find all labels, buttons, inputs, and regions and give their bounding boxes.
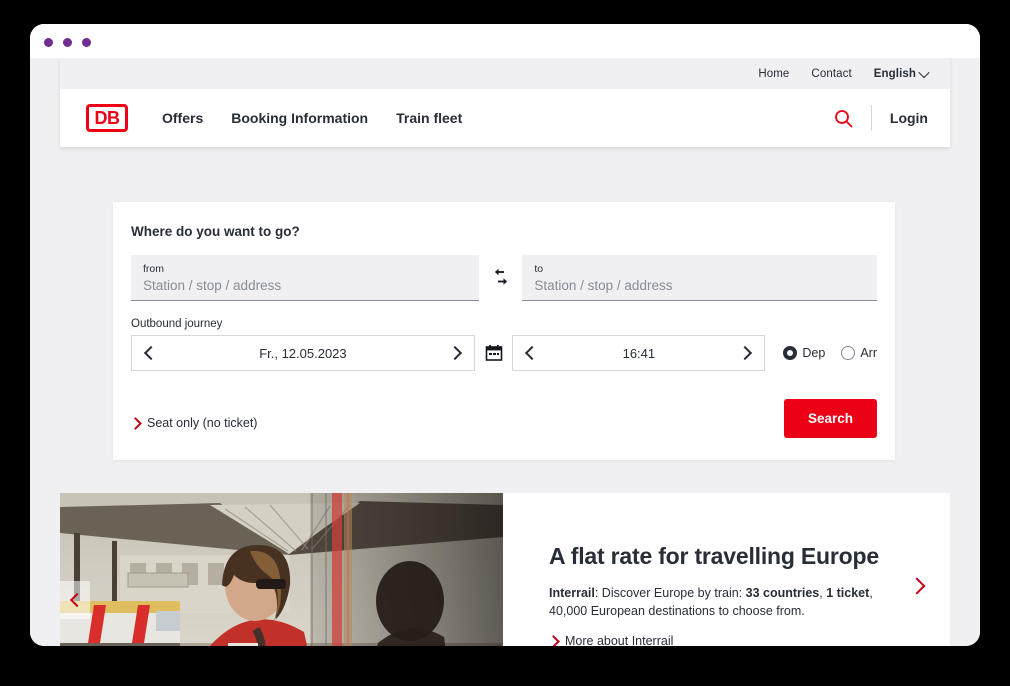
to-placeholder: Station / stop / address xyxy=(534,278,673,293)
seat-only-link[interactable]: Seat only (no ticket) xyxy=(129,416,258,438)
chevron-left-icon xyxy=(69,592,84,608)
radio-arr-label: Arr xyxy=(860,346,877,360)
nav-item-booking-information[interactable]: Booking Information xyxy=(231,110,368,126)
promo-body-part1: : Discover Europe by train: xyxy=(594,586,746,600)
promo-title: A flat rate for travelling Europe xyxy=(549,543,879,569)
search-icon[interactable] xyxy=(834,109,853,128)
origin-destination-row: from Station / stop / address to Station… xyxy=(131,255,877,301)
radio-dep[interactable]: Dep xyxy=(783,346,825,360)
promo-text: A flat rate for travelling Europe Interr… xyxy=(503,493,950,646)
promo-body-bold1: 33 countries xyxy=(745,586,820,600)
time-next-button[interactable] xyxy=(738,346,752,360)
more-about-interrail-label: More about Interrail xyxy=(565,634,674,646)
promo-body-bold2: 1 ticket xyxy=(826,586,870,600)
chevron-down-icon xyxy=(918,66,930,78)
from-field[interactable]: from Station / stop / address xyxy=(131,255,479,301)
promo-body: Interrail: Discover Europe by train: 33 … xyxy=(549,584,879,620)
time-value: 16:41 xyxy=(622,345,656,361)
radio-dep-label: Dep xyxy=(802,346,826,360)
radio-arr[interactable]: Arr xyxy=(841,346,877,360)
site-header: Home Contact English DB Offers Booking I… xyxy=(60,58,950,147)
chevron-right-icon xyxy=(547,634,560,646)
window-titlebar xyxy=(30,24,980,58)
screen-root: Home Contact English DB Offers Booking I… xyxy=(0,0,1010,686)
swap-stations-button[interactable] xyxy=(479,267,523,289)
radio-dep-indicator xyxy=(783,346,798,360)
window-dot-minimize[interactable] xyxy=(63,38,72,47)
search-button[interactable]: Search xyxy=(783,399,877,438)
nav-item-train-fleet[interactable]: Train fleet xyxy=(396,110,462,126)
from-label: from xyxy=(143,263,164,275)
promo-body-lead: Interrail xyxy=(549,586,595,600)
meta-link-contact[interactable]: Contact xyxy=(811,68,851,80)
carousel-next-icon[interactable] xyxy=(904,573,930,599)
date-stepper: Fr., 12.05.2023 xyxy=(131,335,475,371)
date-next-button[interactable] xyxy=(448,346,462,360)
header-divider xyxy=(870,105,872,131)
browser-window: Home Contact English DB Offers Booking I… xyxy=(30,24,980,646)
promo-carousel: A flat rate for travelling Europe Interr… xyxy=(60,493,950,646)
time-stepper: 16:41 xyxy=(512,335,766,371)
primary-nav: Offers Booking Information Train fleet xyxy=(162,110,462,126)
card-bottom-row: Seat only (no ticket) Search xyxy=(129,399,877,438)
db-logo[interactable]: DB xyxy=(86,104,128,132)
date-time-row: Fr., 12.05.2023 16:41 Dep Arr xyxy=(131,335,877,371)
login-button[interactable]: Login xyxy=(890,110,928,126)
meta-navigation: Home Contact English xyxy=(60,58,950,89)
radio-arr-indicator xyxy=(841,346,856,360)
journey-search-card: Where do you want to go? from Station / … xyxy=(113,202,895,460)
window-controls xyxy=(44,38,91,47)
promo-image xyxy=(60,493,503,646)
nav-item-offers[interactable]: Offers xyxy=(162,110,203,126)
header-actions: Login xyxy=(834,105,928,131)
seat-only-label: Seat only (no ticket) xyxy=(147,416,258,430)
time-prev-button[interactable] xyxy=(525,346,539,360)
language-label: English xyxy=(873,67,916,80)
outbound-journey-label: Outbound journey xyxy=(131,318,223,330)
from-placeholder: Station / stop / address xyxy=(143,278,282,293)
window-dot-close[interactable] xyxy=(44,38,53,47)
window-dot-maximize[interactable] xyxy=(82,38,91,47)
carousel-prev-icon[interactable] xyxy=(60,581,90,619)
to-field[interactable]: to Station / stop / address xyxy=(522,255,877,301)
language-selector[interactable]: English xyxy=(873,66,930,80)
page-content: Home Contact English DB Offers Booking I… xyxy=(30,58,980,646)
dep-arr-radio-group: Dep Arr xyxy=(783,346,877,360)
card-title: Where do you want to go? xyxy=(131,224,300,239)
chevron-right-icon xyxy=(908,577,926,594)
meta-link-home[interactable]: Home xyxy=(758,68,789,80)
more-about-interrail-link[interactable]: More about Interrail xyxy=(547,634,890,646)
date-value: Fr., 12.05.2023 xyxy=(259,345,347,361)
chevron-right-icon xyxy=(129,416,142,430)
to-label: to xyxy=(534,263,544,275)
date-prev-button[interactable] xyxy=(144,346,158,360)
main-navigation-bar: DB Offers Booking Information Train flee… xyxy=(60,89,950,147)
calendar-icon[interactable] xyxy=(475,344,513,362)
